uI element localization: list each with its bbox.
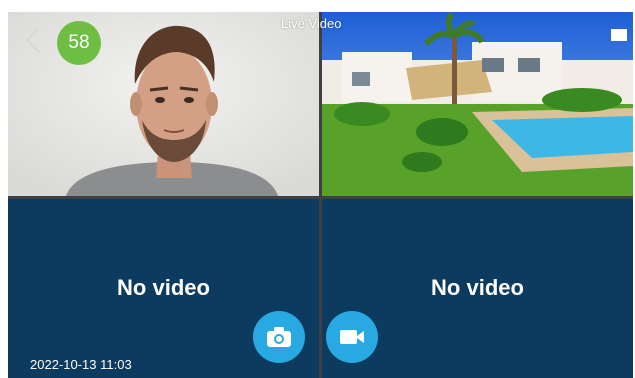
- video-camera-icon: [340, 330, 364, 344]
- no-video-label: No video: [431, 275, 524, 300]
- countdown-badge: 58: [57, 21, 101, 65]
- camera-icon: [267, 327, 291, 347]
- camera-feed-yard[interactable]: [322, 12, 633, 196]
- yard-image: [322, 12, 633, 196]
- chevron-left-icon[interactable]: [22, 26, 44, 54]
- timestamp: 2022-10-13 11:03: [30, 357, 132, 372]
- record-button[interactable]: [326, 311, 378, 363]
- video-grid: 58 No video 2022-10-13 11:03 No video: [8, 12, 633, 378]
- square-icon[interactable]: [611, 29, 627, 41]
- snapshot-button[interactable]: [253, 311, 305, 363]
- live-video-label: Live Video: [281, 16, 342, 31]
- no-video-label: No video: [117, 275, 210, 300]
- camera-feed-visitor[interactable]: 58: [8, 12, 319, 196]
- visitor-image: [8, 12, 319, 196]
